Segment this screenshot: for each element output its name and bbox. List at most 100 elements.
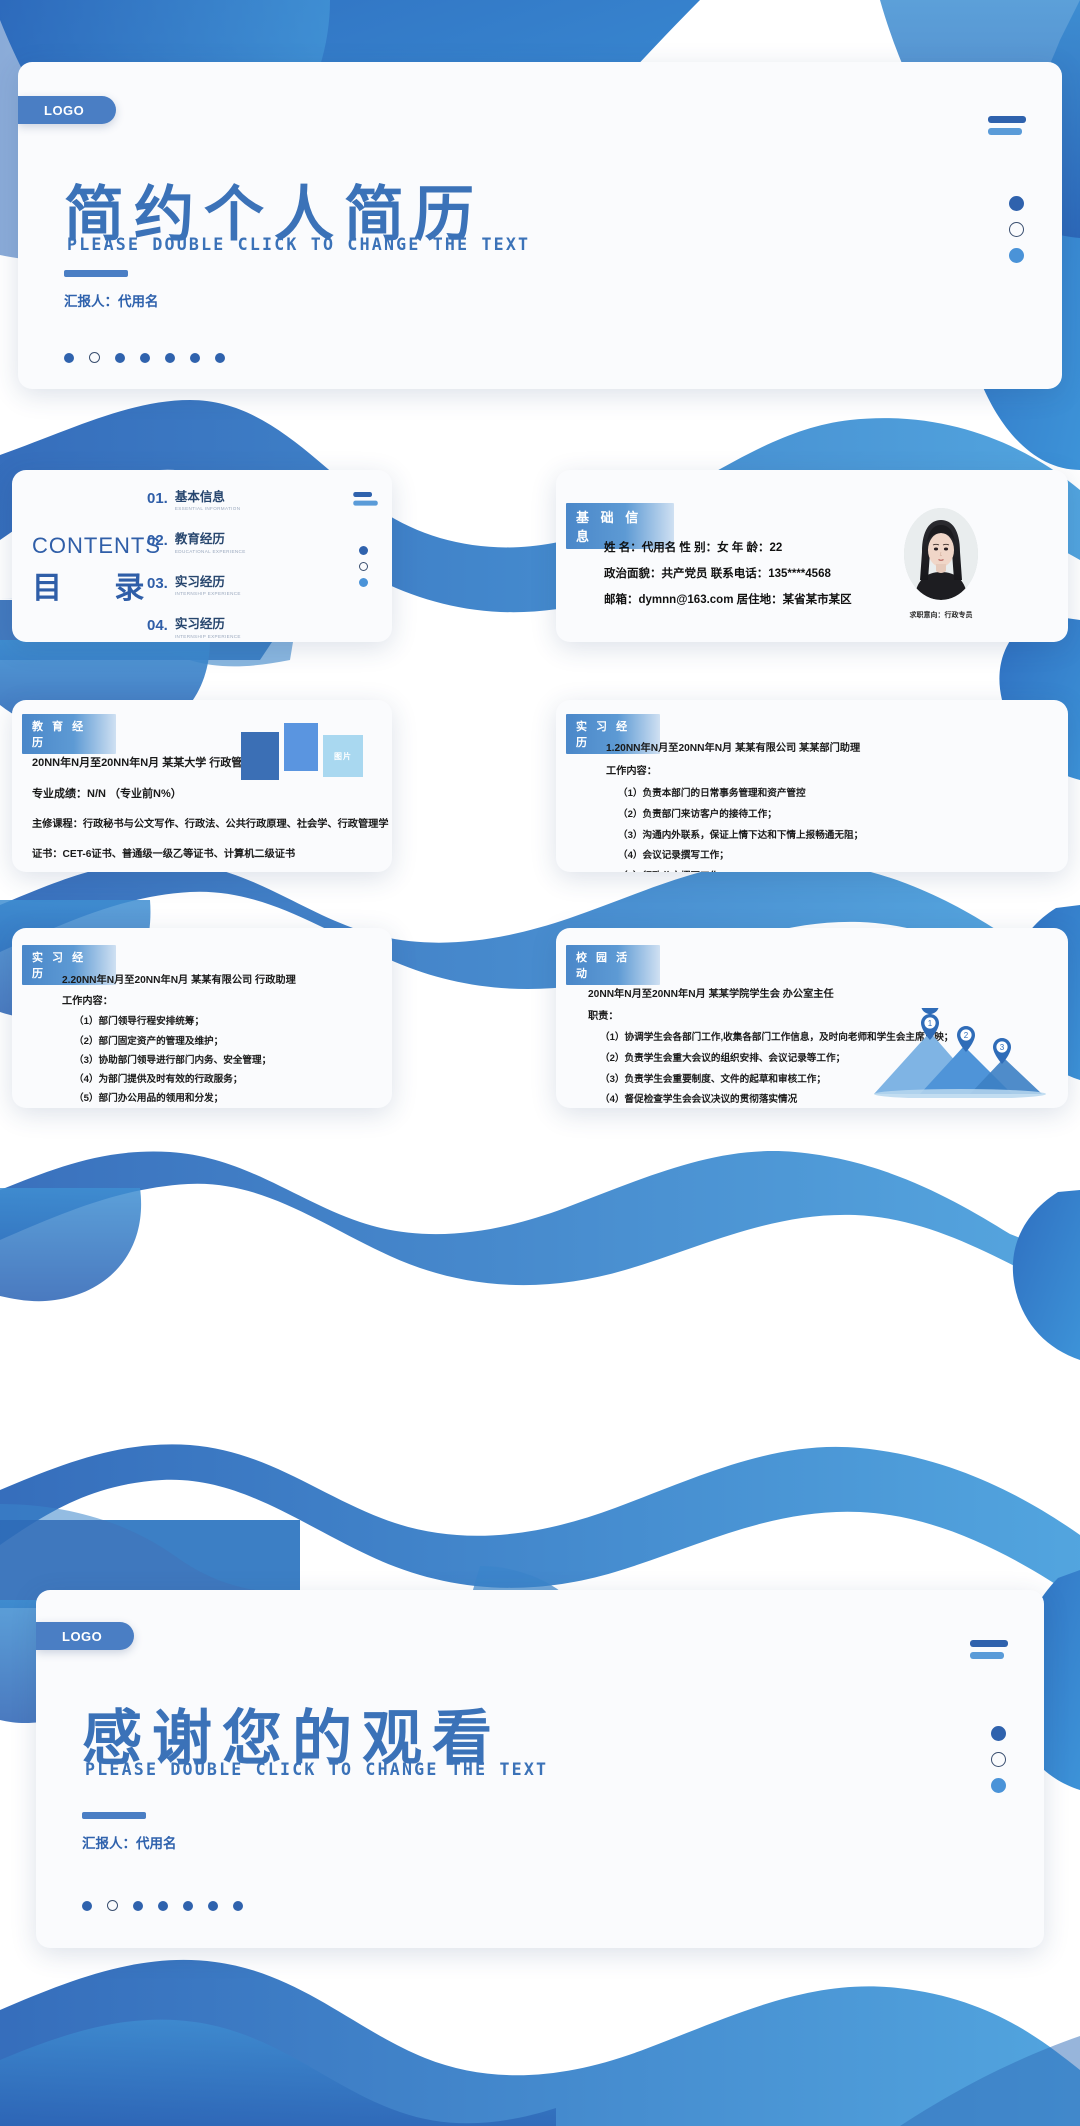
nav-dot-7[interactable] xyxy=(233,1900,243,1911)
side-dot-1[interactable] xyxy=(359,546,368,555)
cover-subtitle: PLEASE DOUBLE CLICK TO CHANGE THE TEXT xyxy=(67,235,531,254)
toc-title-cn: 教育经历 xyxy=(174,532,225,547)
logo-label: LOGO xyxy=(62,1628,103,1644)
internship-2-item-3: （3）协助部门领导进行部门内务、安全管理； xyxy=(74,1054,272,1066)
nav-dot-2[interactable] xyxy=(89,352,100,363)
pin-number-1: 1 xyxy=(928,1019,933,1028)
closing-slide: LOGO 感谢您的观看 PLEASE DOUBLE CLICK TO CHANG… xyxy=(36,1590,1044,1948)
education-chip: 教 育 经 历 xyxy=(22,714,116,754)
nav-dot-5[interactable] xyxy=(165,352,175,363)
toc-number: 02. xyxy=(147,532,168,550)
education-line-3: 主修课程：行政秘书与公文写作、行政法、公共行政原理、社会学、行政管理学 xyxy=(32,819,389,830)
logo-badge[interactable]: LOGO xyxy=(18,96,116,124)
toc-item-2[interactable]: 02. 教育经历 EDUCATIONAL EXPERIENCE xyxy=(147,532,246,553)
internship-1-item-3: （3）沟通内外联系，保证上情下达和下情上报畅通无阻； xyxy=(618,829,864,841)
picture-placeholder-label: 图片 xyxy=(334,751,352,761)
info-line-3: 邮箱：dymnn@163.com 居住地：某省某市某区 xyxy=(604,593,852,606)
nav-dot-2[interactable] xyxy=(107,1900,118,1911)
pin-number-2: 2 xyxy=(964,1031,969,1040)
contents-hamburger-icon[interactable] xyxy=(353,492,378,506)
side-dot-3[interactable] xyxy=(991,1778,1006,1793)
nav-dot-7[interactable] xyxy=(215,352,225,363)
internship-2-item-1: （1）部门领导行程安排统筹； xyxy=(74,1016,205,1028)
nav-dot-3[interactable] xyxy=(133,1900,143,1911)
education-image-block-1 xyxy=(241,732,279,780)
closing-dot-nav[interactable] xyxy=(82,1900,243,1911)
nav-dot-1[interactable] xyxy=(64,352,74,363)
nav-dot-4[interactable] xyxy=(140,352,150,363)
side-dot-3[interactable] xyxy=(359,578,368,587)
cover-slide: LOGO 简约个人简历 PLEASE DOUBLE CLICK TO CHANG… xyxy=(18,62,1062,389)
toc-item-4[interactable]: 04. 实习经历 INTERNSHIP EXPERIENCE xyxy=(147,617,246,638)
toc-list: 01. 基本信息 ESSENTIAL INFORMATION 02. 教育经历 … xyxy=(147,490,246,642)
avatar-caption: 求职意向：行政专员 xyxy=(909,612,973,619)
education-image-block-2 xyxy=(284,723,318,771)
toc-title-cn: 基本信息 xyxy=(174,490,225,504)
toc-item-1[interactable]: 01. 基本信息 ESSENTIAL INFORMATION xyxy=(147,490,246,511)
cover-presenter: 汇报人：代用名 xyxy=(64,294,159,309)
cover-divider xyxy=(64,270,128,277)
internship-2-slide: 实 习 经 历 2.20NN年N月至20NN年N月 某某有限公司 行政助理 工作… xyxy=(12,928,392,1108)
campus-chip: 校 园 活 动 xyxy=(566,945,660,985)
nav-dot-6[interactable] xyxy=(208,1900,218,1911)
closing-divider xyxy=(82,1812,146,1819)
nav-dot-6[interactable] xyxy=(190,352,200,363)
nav-dot-4[interactable] xyxy=(158,1900,168,1911)
toc-title-en: INTERNSHIP EXPERIENCE xyxy=(174,633,241,639)
nav-dot-5[interactable] xyxy=(183,1900,193,1911)
contents-side-dots[interactable] xyxy=(359,546,368,587)
closing-logo-badge[interactable]: LOGO xyxy=(36,1622,134,1650)
internship-2-item-5: （5）部门办公用品的领用和分发； xyxy=(74,1092,224,1104)
internship-1-subheading: 工作内容： xyxy=(606,766,657,778)
toc-title-en: INTERNSHIP EXPERIENCE xyxy=(174,591,241,597)
internship-1-heading: 1.20NN年N月至20NN年N月 某某有限公司 某某部门助理 xyxy=(606,743,861,754)
internship-1-item-1: （1）负责本部门的日常事务管理和资产管控 xyxy=(618,788,806,800)
closing-hamburger-icon[interactable] xyxy=(970,1640,1008,1659)
internship-1-item-2: （2）负责部门来访客户的接待工作； xyxy=(618,809,777,820)
toc-title-cn: 实习经历 xyxy=(174,617,225,632)
education-image-block-3: 图片 xyxy=(323,735,363,777)
basic-info-slide: 基 础 信 息 姓 名：代用名 性 别：女 年 龄：22 政治面貌：共产党员 联… xyxy=(556,470,1068,642)
chip-label: 校 园 活 动 xyxy=(576,952,631,980)
poster-canvas: LOGO 简约个人简历 PLEASE DOUBLE CLICK TO CHANG… xyxy=(0,0,1080,2126)
toc-title-cn: 实习经历 xyxy=(174,574,225,589)
campus-slide: 校 园 活 动 20NN年N月至20NN年N月 某某学院学生会 办公室主任 职责… xyxy=(556,928,1068,1108)
avatar xyxy=(904,508,978,600)
side-dot-1[interactable] xyxy=(991,1726,1006,1741)
side-dot-3[interactable] xyxy=(1009,248,1024,263)
closing-presenter: 汇报人：代用名 xyxy=(82,1836,177,1851)
nav-dot-3[interactable] xyxy=(115,352,125,363)
side-dot-1[interactable] xyxy=(1009,196,1024,211)
pin-number-3: 3 xyxy=(1000,1043,1005,1052)
closing-side-dots[interactable] xyxy=(991,1726,1006,1793)
internship-2-item-2: （2）部门固定资产的管理及维护； xyxy=(74,1035,224,1047)
internship-2-body: 2.20NN年N月至20NN年N月 某某有限公司 行政助理 工作内容： （1）部… xyxy=(62,975,296,1108)
logo-label: LOGO xyxy=(44,102,85,118)
education-line-4: 证书：CET-6证书、普通级一级乙等证书、计算机二级证书 xyxy=(32,849,296,861)
contents-slide: CONTENTS 目 录 01. 基本信息 ESSENTIAL INFORMAT… xyxy=(12,470,392,642)
toc-number: 04. xyxy=(147,617,168,635)
education-line-2: 专业成绩：N/N （专业前N%） xyxy=(32,788,182,800)
side-dot-2[interactable] xyxy=(1009,222,1024,237)
hamburger-icon[interactable] xyxy=(988,116,1026,135)
closing-subtitle: PLEASE DOUBLE CLICK TO CHANGE THE TEXT xyxy=(85,1760,549,1779)
cover-dot-nav[interactable] xyxy=(64,352,225,363)
info-line-2: 政治面貌：共产党员 联系电话：135****4568 xyxy=(604,567,831,580)
cover-side-dots[interactable] xyxy=(1009,196,1024,263)
info-line-1: 姓 名：代用名 性 别：女 年 龄：22 xyxy=(604,542,783,554)
internship-1-slide: 实 习 经 历 1.20NN年N月至20NN年N月 某某有限公司 某某部门助理 … xyxy=(556,700,1068,872)
toc-number: 01. xyxy=(147,490,168,507)
toc-title-en: EDUCATIONAL EXPERIENCE xyxy=(174,548,246,554)
internship-2-item-4: （4）为部门提供及时有效的行政服务； xyxy=(74,1073,243,1085)
chip-label: 教 育 经 历 xyxy=(32,721,87,749)
basic-info-lines: 姓 名：代用名 性 别：女 年 龄：22 政治面貌：共产党员 联系电话：135*… xyxy=(604,536,852,614)
mountain-illustration: 1 2 3 xyxy=(872,996,1052,1099)
internship-2-heading: 2.20NN年N月至20NN年N月 某某有限公司 行政助理 xyxy=(62,975,296,986)
toc-item-3[interactable]: 03. 实习经历 INTERNSHIP EXPERIENCE xyxy=(147,575,246,596)
education-slide: 教 育 经 历 20NN年N月至20NN年N月 某某大学 行政管理专业 专业成绩… xyxy=(12,700,392,872)
internship-1-item-4: （4）会议记录撰写工作； xyxy=(618,850,729,862)
campus-heading: 20NN年N月至20NN年N月 某某学院学生会 办公室主任 xyxy=(588,989,834,1000)
side-dot-2[interactable] xyxy=(359,562,368,571)
nav-dot-1[interactable] xyxy=(82,1900,92,1911)
side-dot-2[interactable] xyxy=(991,1752,1006,1767)
